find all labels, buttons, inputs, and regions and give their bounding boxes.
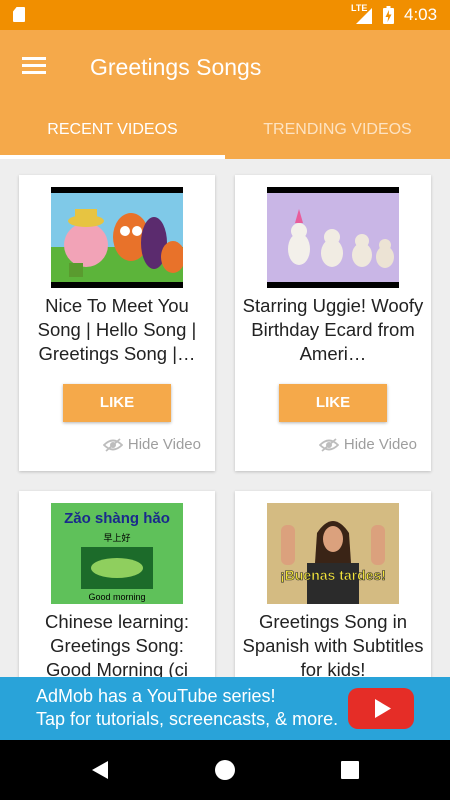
like-button[interactable]: LIKE	[279, 384, 387, 422]
spanish-lesson-thumbnail-image: ¡Buenas tardes!	[267, 503, 399, 604]
tab-bar: RECENT VIDEOS TRENDING VIDEOS	[0, 104, 450, 159]
thumb-english-text: Good morning	[88, 592, 145, 602]
video-card: Starring Uggie! Woofy Birthday Ecard fro…	[235, 175, 431, 471]
ad-banner[interactable]: AdMob has a YouTube series! Tap for tuto…	[0, 677, 450, 740]
video-thumbnail[interactable]: Zǎo shàng hǎo 早上好 Good morning	[51, 503, 183, 604]
video-card: Nice To Meet You Song | Hello Song | Gre…	[19, 175, 215, 471]
like-button[interactable]: LIKE	[63, 384, 171, 422]
chinese-lesson-thumbnail-image: Zǎo shàng hǎo 早上好 Good morning	[51, 503, 183, 604]
video-title[interactable]: Chinese learning: Greetings Song: Good M…	[25, 610, 209, 677]
ad-content[interactable]: AdMob has a YouTube series! Tap for tuto…	[25, 677, 425, 740]
ad-line-2: Tap for tutorials, screencasts, & more.	[36, 709, 339, 729]
ad-text: AdMob has a YouTube series! Tap for tuto…	[36, 685, 338, 731]
youtube-play-icon[interactable]	[348, 688, 414, 729]
eye-off-icon	[318, 438, 339, 452]
clock: 4:03	[404, 5, 438, 24]
hide-video-button[interactable]: Hide Video	[318, 436, 417, 454]
video-card: ¡Buenas tardes! Greetings Song in Spanis…	[235, 491, 431, 677]
eye-off-icon	[102, 438, 123, 452]
app-title: Greetings Songs	[90, 54, 262, 80]
app-bar: Greetings Songs	[0, 30, 450, 104]
thumb-pinyin-text: Zǎo shàng hǎo	[64, 510, 170, 527]
battery-charging-icon	[383, 6, 394, 24]
tab-recent-videos[interactable]: RECENT VIDEOS	[0, 104, 225, 159]
status-bar: LTE 4:03	[0, 0, 450, 30]
hide-video-label: Hide Video	[127, 436, 201, 453]
hide-video-label: Hide Video	[343, 436, 417, 453]
dogs-thumbnail-image	[267, 187, 399, 288]
video-thumbnail[interactable]	[51, 187, 183, 288]
video-title[interactable]: Nice To Meet You Song | Hello Song | Gre…	[25, 294, 209, 366]
video-thumbnail[interactable]	[267, 187, 399, 288]
video-title[interactable]: Starring Uggie! Woofy Birthday Ecard fro…	[241, 294, 425, 366]
thumb-caption-text: ¡Buenas tardes!	[280, 567, 386, 583]
cartoon-thumbnail-image	[51, 187, 183, 288]
recent-apps-icon[interactable]	[338, 758, 362, 782]
tab-trending-videos[interactable]: TRENDING VIDEOS	[225, 104, 450, 159]
video-card: Zǎo shàng hǎo 早上好 Good morning Chinese l…	[19, 491, 215, 677]
thumb-hanzi-text: 早上好	[103, 532, 130, 544]
hamburger-menu-icon[interactable]	[20, 54, 48, 80]
hide-video-button[interactable]: Hide Video	[102, 436, 201, 454]
back-icon[interactable]	[88, 758, 112, 782]
signal-icon	[356, 8, 372, 24]
sd-card-icon	[13, 7, 25, 22]
video-grid[interactable]: Nice To Meet You Song | Hello Song | Gre…	[0, 159, 450, 677]
navigation-bar	[0, 740, 450, 800]
video-thumbnail[interactable]: ¡Buenas tardes!	[267, 503, 399, 604]
video-title[interactable]: Greetings Song in Spanish with Subtitles…	[241, 610, 425, 677]
home-icon[interactable]	[213, 758, 237, 782]
ad-line-1: AdMob has a YouTube series!	[36, 686, 276, 706]
